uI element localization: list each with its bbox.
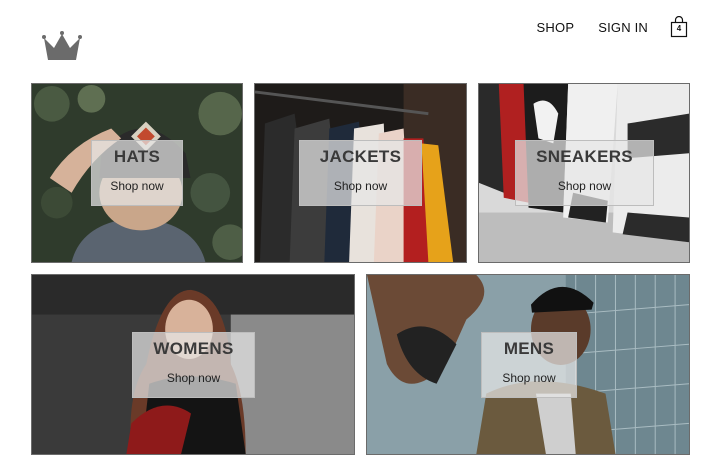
category-title: MENS [503, 339, 555, 358]
hats-overlay: HATS Shop now [91, 140, 183, 206]
top-nav: SHOP SIGN IN 4 [537, 16, 688, 38]
category-title: WOMENS [153, 339, 234, 358]
shop-now-link[interactable]: Shop now [482, 371, 576, 385]
cart-count: 4 [676, 24, 682, 33]
shop-now-link[interactable]: Shop now [516, 179, 653, 193]
category-title: SNEAKERS [536, 147, 633, 166]
shop-now-link[interactable]: Shop now [300, 179, 421, 193]
category-tile-mens[interactable]: MENS Shop now [366, 274, 690, 455]
shop-now-link[interactable]: Shop now [92, 179, 182, 193]
category-tile-sneakers[interactable]: SNEAKERS Shop now [478, 83, 690, 263]
category-tile-womens[interactable]: WOMENS Shop now [31, 274, 355, 455]
shopping-bag-icon[interactable]: 4 [670, 16, 688, 38]
category-title: JACKETS [319, 147, 402, 166]
shop-now-link[interactable]: Shop now [133, 371, 254, 385]
site-header: SHOP SIGN IN 4 [0, 0, 718, 70]
mens-overlay: MENS Shop now [481, 332, 577, 398]
womens-overlay: WOMENS Shop now [132, 332, 255, 398]
category-tile-hats[interactable]: HATS Shop now [31, 83, 243, 263]
category-title: HATS [113, 147, 161, 166]
category-tile-jackets[interactable]: JACKETS Shop now [254, 83, 467, 263]
nav-signin-link[interactable]: SIGN IN [598, 20, 648, 35]
crown-logo-icon[interactable] [42, 30, 82, 62]
nav-shop-link[interactable]: SHOP [537, 20, 575, 35]
sneakers-overlay: SNEAKERS Shop now [515, 140, 654, 206]
jackets-overlay: JACKETS Shop now [299, 140, 422, 206]
